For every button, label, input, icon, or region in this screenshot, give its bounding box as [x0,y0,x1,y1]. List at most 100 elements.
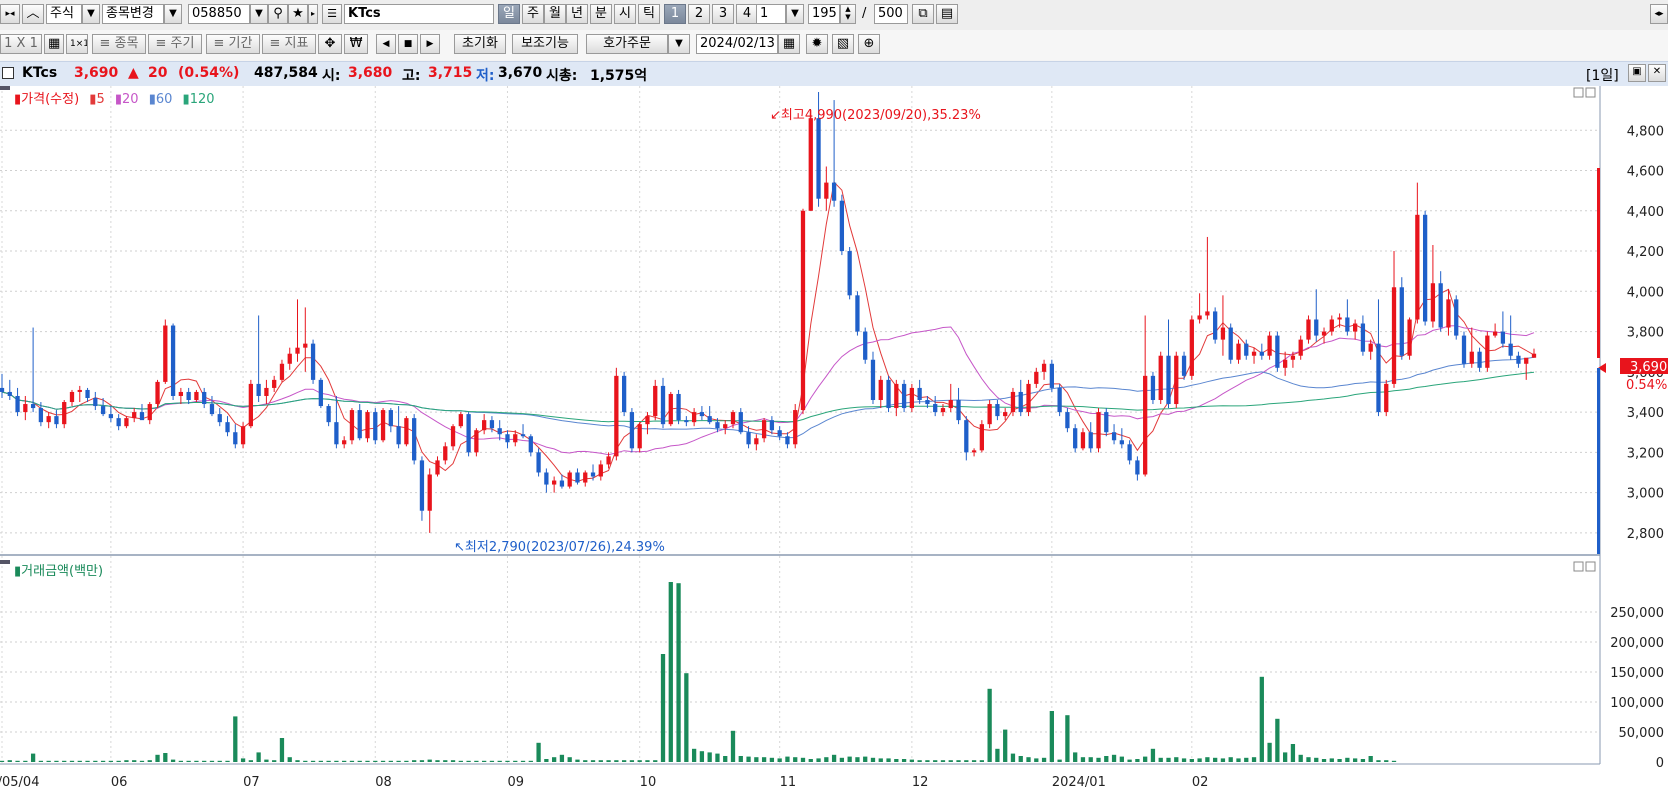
stepper-icon[interactable]: ▲ ▼ [840,4,856,24]
count-input[interactable]: 195 [808,4,840,24]
move-icon[interactable]: ✥ [318,34,342,54]
zoom-icon[interactable]: ⊕ [858,34,880,54]
volume-bar [1384,760,1389,762]
candle-body [1352,323,1358,332]
volume-bar [1127,759,1132,762]
chart-area[interactable]: 4,8004,6004,4004,2004,0003,8003,6003,400… [0,86,1668,789]
candle-body [1399,287,1404,356]
single-view-icon[interactable]: 1×1 [66,34,88,54]
chevron-right-icon[interactable]: ▸ [308,4,318,24]
chevron-down-icon[interactable]: ▼ [668,34,690,54]
time-tick-label: 09 [507,775,524,789]
reset-button[interactable]: 초기화 [454,34,506,54]
interval-input[interactable]: 1 [756,4,786,24]
volume-bar [155,754,160,762]
volume-bar [878,758,883,762]
candle-body [894,383,899,409]
interval-button[interactable]: 1 [664,4,686,24]
date-input[interactable]: 2024/02/13 [696,34,778,54]
period-button[interactable]: 월 [544,4,566,24]
volume-bar [30,753,36,762]
volume-bar [412,760,417,762]
volume-bar [108,760,114,762]
period-button[interactable]: 년 [566,4,588,24]
code-input[interactable]: 058850 [188,4,250,24]
collapse-icon[interactable]: ▸◂ [0,4,20,24]
candle-body [691,412,697,423]
price-tick-label: 3,000 [1627,487,1664,502]
config-tab[interactable]: ≡ 종목 [92,34,146,54]
candle-body [233,432,238,445]
add-window-icon[interactable]: ⧉ [912,4,934,24]
stop-icon[interactable]: ■ [398,34,418,54]
interval-button[interactable]: 3 [712,4,734,24]
panel-max-icon[interactable] [1573,87,1584,98]
candle-body [1150,375,1156,401]
aux-function-button[interactable]: 보조기능 [512,34,578,54]
grid-menu-icon[interactable]: ☰ [322,4,342,24]
interval-button[interactable]: 4 [736,4,758,24]
panel-handle-icon[interactable] [0,560,10,564]
chevron-down-icon[interactable]: ▼ [82,4,100,24]
panel-toggle-icon[interactable]: ◂▸ [1650,4,1668,24]
grid-icon[interactable]: ▦ [44,34,64,54]
candle-body [621,375,627,413]
volume-bar [1205,757,1210,762]
volume-bar [1111,754,1117,762]
chevron-down-icon[interactable]: ▼ [786,4,804,24]
won-button[interactable]: ₩ [344,34,368,54]
chevron-down-icon[interactable]: ▼ [250,4,268,24]
period-button[interactable]: 일 [498,4,520,24]
chevron-up-icon[interactable]: ︿ [22,4,44,24]
volume-bar [746,756,751,762]
panel-close-icon[interactable] [1585,561,1596,572]
config-tab[interactable]: ≡ 주기 [148,34,202,54]
volume-bar [1057,759,1062,762]
next-icon[interactable]: ▶ [420,34,440,54]
candle-body [474,430,479,453]
star-icon[interactable]: ★ [288,4,308,24]
candle-body [163,325,168,382]
volume-bar [1041,757,1047,762]
maximize-icon[interactable]: ▣ [1628,64,1646,82]
price-tick-label: 4,000 [1627,285,1664,300]
chevron-down-icon[interactable]: ▼ [164,4,182,24]
save-icon[interactable]: ▤ [936,4,958,24]
order-button[interactable]: 호가주문 [586,34,668,54]
calendar-icon[interactable]: ▦ [778,34,800,54]
candle-body [248,383,253,427]
prev-icon[interactable]: ◀ [376,34,396,54]
symbol-name-field[interactable]: KTcs [344,4,494,24]
volume-bar [147,760,152,762]
legend-ma20: 20 [122,92,139,107]
candle-body [1306,319,1311,340]
config-tab[interactable]: ≡ 지표 [262,34,316,54]
period-button[interactable]: 주 [522,4,544,24]
volume-bar [699,751,705,762]
candle-body [295,347,300,354]
gear-icon[interactable]: ✹ [806,34,828,54]
panel-handle-icon[interactable] [0,86,10,90]
period-button[interactable]: 틱 [638,4,660,24]
volume-bar [544,759,549,762]
close-icon[interactable]: ✕ [1648,64,1666,82]
layout-button[interactable]: 1 X 1 [0,34,42,54]
candle-body [1119,440,1124,445]
change-symbol-select[interactable]: 종목변경 [102,4,164,24]
interval-button[interactable]: 2 [688,4,710,24]
period-button[interactable]: 분 [590,4,612,24]
market-type-select[interactable]: 주식 [46,4,82,24]
panel-close-icon[interactable] [1585,87,1596,98]
select-checkbox[interactable] [2,67,14,79]
candle-body [575,472,580,483]
volume-bar [1345,757,1350,762]
candle-body [839,200,845,252]
export-icon[interactable]: ▧ [832,34,854,54]
candle-body [139,412,145,421]
volume-bar [925,760,930,762]
panel-max-icon[interactable] [1573,561,1584,572]
volume-bar [933,760,938,762]
period-button[interactable]: 시 [614,4,636,24]
config-tab[interactable]: ≡ 기간 [206,34,260,54]
search-icon[interactable]: ⚲ [268,4,288,24]
